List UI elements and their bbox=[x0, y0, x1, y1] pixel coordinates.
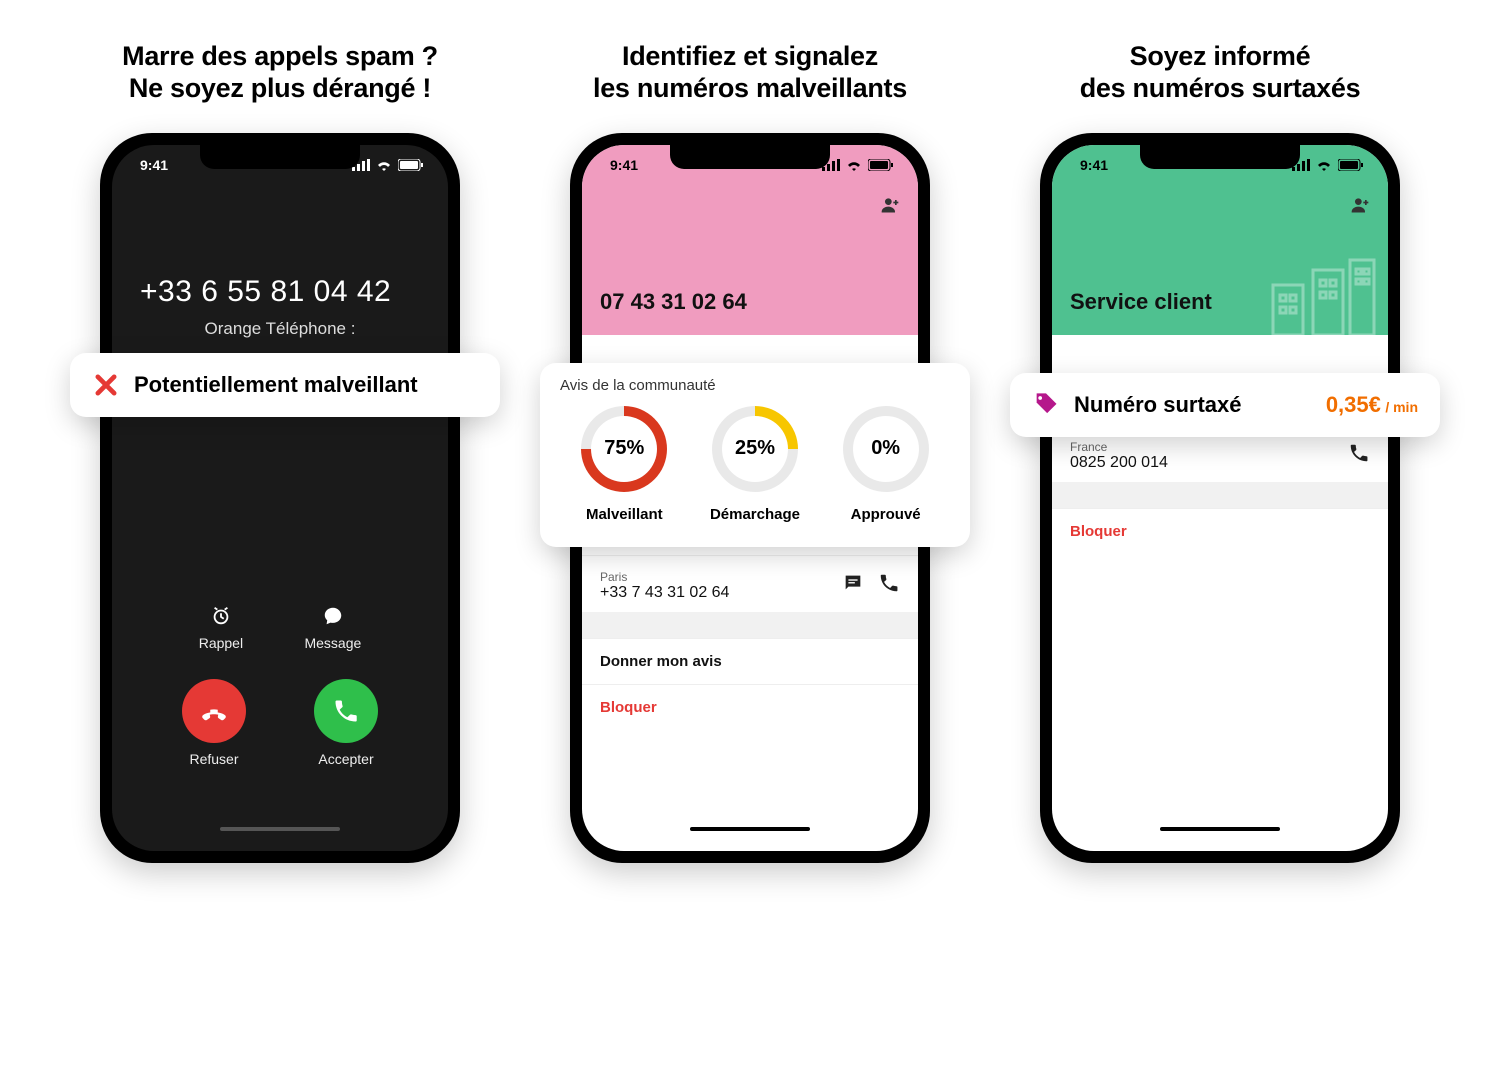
block-link[interactable]: Bloquer bbox=[582, 684, 918, 730]
remind-button[interactable]: Rappel bbox=[199, 605, 243, 651]
callout-community-title: Avis de la communauté bbox=[560, 377, 950, 394]
cross-icon bbox=[92, 371, 120, 399]
give-opinion-link[interactable]: Donner mon avis bbox=[582, 638, 918, 684]
phone-mock-2: 9:41 07 43 31 02 64 bbox=[570, 133, 930, 863]
status-icons bbox=[1292, 159, 1364, 171]
call-button[interactable] bbox=[878, 572, 900, 599]
phone-icon bbox=[1348, 442, 1370, 464]
sms-button[interactable] bbox=[842, 572, 864, 599]
phone-mock-1: 9:41 +33 6 55 81 04 42 Orange Téléphone … bbox=[100, 133, 460, 863]
message-button[interactable]: Message bbox=[304, 605, 361, 651]
detail-country: France bbox=[1070, 440, 1168, 454]
phone-accept-icon bbox=[332, 697, 360, 725]
status-time: 9:41 bbox=[140, 157, 168, 173]
incoming-call-app-label: Orange Téléphone : bbox=[112, 319, 448, 339]
incoming-call-number: +33 6 55 81 04 42 bbox=[112, 185, 448, 313]
donut-malicious: 75% Malveillant bbox=[581, 406, 667, 523]
header-phone-number: 07 43 31 02 64 bbox=[600, 289, 747, 315]
phone-decline-icon bbox=[199, 696, 229, 726]
phone-icon bbox=[878, 572, 900, 594]
add-contact-icon bbox=[880, 195, 900, 215]
donut-telemarket: 25% Démarchage bbox=[710, 406, 800, 523]
status-time: 9:41 bbox=[1080, 157, 1108, 173]
panel-3-headline: Soyez informé des numéros surtaxés bbox=[1080, 40, 1361, 105]
callout-price-unit: / min bbox=[1385, 399, 1418, 415]
callout-malicious: Potentiellement malveillant bbox=[70, 353, 500, 417]
detail-number: +33 7 43 31 02 64 bbox=[600, 584, 729, 601]
header-service-title: Service client bbox=[1070, 289, 1212, 315]
call-button[interactable] bbox=[1348, 442, 1370, 469]
callout-price: 0,35€ bbox=[1326, 392, 1381, 417]
panel-2-headline: Identifiez et signalez les numéros malve… bbox=[593, 40, 907, 105]
add-contact-button[interactable] bbox=[1350, 195, 1370, 220]
detail-number: 0825 200 014 bbox=[1070, 454, 1168, 471]
buildings-icon bbox=[1268, 255, 1378, 335]
panel-1-headline: Marre des appels spam ? Ne soyez plus dé… bbox=[122, 40, 438, 105]
block-link[interactable]: Bloquer bbox=[1052, 508, 1388, 554]
status-icons bbox=[822, 159, 894, 171]
callout-community: Avis de la communauté 75% Malveillant 25… bbox=[540, 363, 970, 547]
decline-call-button[interactable]: Refuser bbox=[182, 679, 246, 767]
alarm-icon bbox=[210, 605, 232, 627]
callout-premium-text: Numéro surtaxé bbox=[1074, 392, 1242, 418]
donut-approved: 0% Approuvé bbox=[843, 406, 929, 523]
callout-premium-rate: Numéro surtaxé 0,35€ / min bbox=[1010, 373, 1440, 437]
detail-city: Paris bbox=[600, 570, 729, 584]
add-contact-button[interactable] bbox=[880, 195, 900, 220]
accept-call-button[interactable]: Accepter bbox=[314, 679, 378, 767]
message-icon bbox=[322, 605, 344, 627]
price-tag-icon bbox=[1032, 391, 1060, 419]
status-icons bbox=[352, 159, 424, 171]
callout-malicious-text: Potentiellement malveillant bbox=[134, 372, 418, 398]
sms-icon bbox=[842, 572, 864, 594]
add-contact-icon bbox=[1350, 195, 1370, 215]
status-time: 9:41 bbox=[610, 157, 638, 173]
number-detail-row: Paris +33 7 43 31 02 64 bbox=[582, 555, 918, 612]
phone-mock-3: 9:41 bbox=[1040, 133, 1400, 863]
